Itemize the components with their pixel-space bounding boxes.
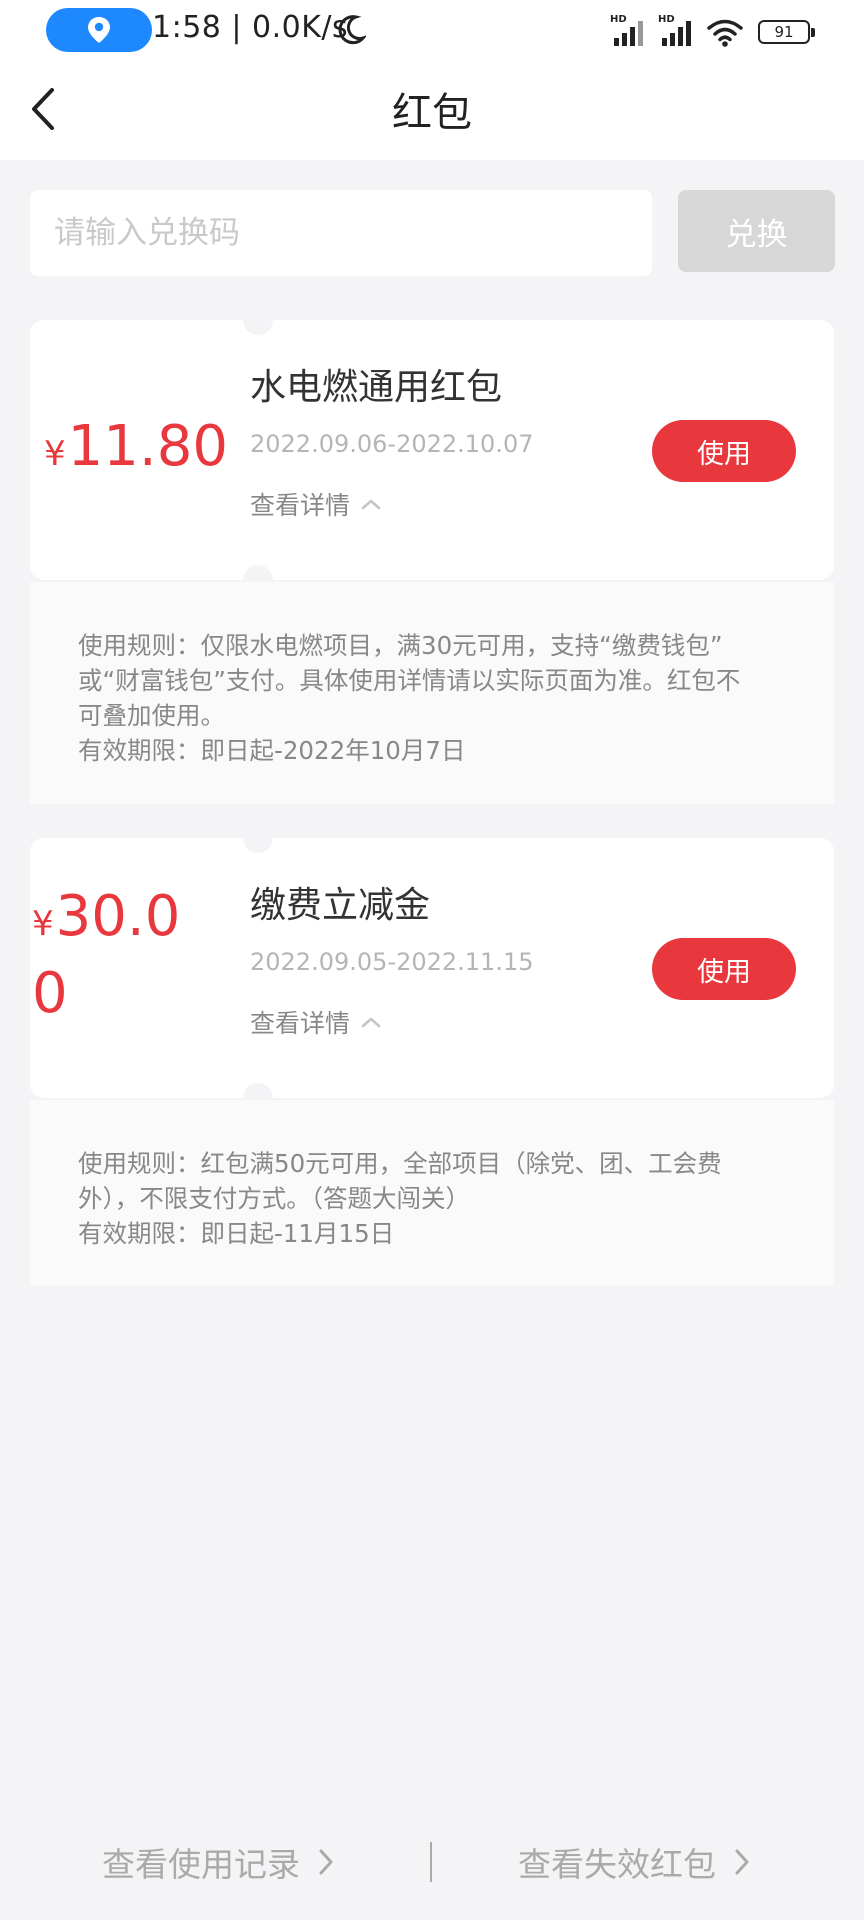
chevron-up-icon [361, 499, 381, 510]
coupon-title: 水电燃通用红包 [250, 367, 503, 408]
amount-value: 30.0 [55, 884, 181, 949]
coupon-date-range: 2022.09.05-2022.11.15 [250, 948, 534, 976]
coupon-amount: ¥11.80 [44, 412, 228, 489]
location-pin-icon [88, 17, 110, 43]
footer-divider [430, 1842, 432, 1882]
battery-icon: 91 [758, 20, 815, 44]
redeem-button[interactable]: 兑换 [678, 190, 835, 272]
currency-symbol: ¥ [32, 904, 54, 944]
location-indicator[interactable] [46, 8, 152, 52]
use-coupon-button[interactable]: 使用 [652, 938, 796, 1000]
view-usage-history-label: 查看使用记录 [102, 1845, 300, 1884]
wifi-icon [707, 19, 743, 47]
rule-line: 可叠加使用。 [78, 701, 225, 730]
hd-label: HD [610, 14, 627, 25]
view-expired-coupons-label: 查看失效红包 [518, 1845, 716, 1884]
status-time: 1:58 | 0.0K/s [152, 10, 349, 45]
footer-links: 查看使用记录 查看失效红包 [0, 1838, 864, 1898]
card-notch [243, 823, 273, 853]
validity-line: 有效期限：即日起-11月15日 [78, 1219, 395, 1248]
coupon-card: ¥30.0 0 缴费立减金 2022.09.05-2022.11.15 查看详情… [30, 823, 834, 1113]
rule-line: 使用规则：仅限水电燃项目，满30元可用，支持“缴费钱包” [78, 631, 723, 660]
rule-line: 或“财富钱包”支付。具体使用详情请以实际页面为准。红包不 [78, 666, 741, 695]
coupon-rules: 使用规则：红包满50元可用，全部项目（除党、团、工会费 外），不限支付方式。（答… [30, 1100, 834, 1286]
coupon-card: ¥11.80 水电燃通用红包 2022.09.06-2022.10.07 查看详… [30, 305, 834, 595]
header: 红包 [0, 62, 864, 160]
amount-value-wrap: 0 [32, 961, 68, 1026]
view-usage-history-link[interactable]: 查看使用记录 [102, 1838, 334, 1886]
coupon-title: 缴费立减金 [250, 885, 431, 926]
use-coupon-button[interactable]: 使用 [652, 420, 796, 482]
status-bar: 1:58 | 0.0K/s HD HD 91 [0, 0, 864, 62]
card-notch [243, 305, 273, 335]
view-expired-coupons-link[interactable]: 查看失效红包 [518, 1838, 750, 1886]
moon-icon [338, 15, 366, 45]
status-icons: HD HD 91 [610, 14, 815, 48]
rule-line: 外），不限支付方式。（答题大闯关） [78, 1184, 470, 1213]
view-details-label: 查看详情 [250, 1009, 351, 1038]
coupon-amount: ¥30.0 0 [32, 882, 192, 1029]
currency-symbol: ¥ [44, 434, 66, 474]
chevron-right-icon [735, 1849, 749, 1875]
amount-value: 11.80 [67, 414, 228, 479]
hd-label: HD [658, 14, 675, 25]
validity-line: 有效期限：即日起-2022年10月7日 [78, 736, 466, 765]
view-details-toggle[interactable]: 查看详情 [250, 486, 382, 522]
page-title: 红包 [392, 90, 472, 136]
chevron-right-icon [319, 1849, 333, 1875]
view-details-toggle[interactable]: 查看详情 [250, 1004, 382, 1040]
redeem-code-input[interactable] [30, 190, 652, 276]
chevron-up-icon [361, 1017, 381, 1028]
coupon-rules: 使用规则：仅限水电燃项目，满30元可用，支持“缴费钱包” 或“财富钱包”支付。具… [30, 582, 834, 804]
signal-icon: HD [610, 14, 650, 48]
view-details-label: 查看详情 [250, 491, 351, 520]
rule-line: 使用规则：红包满50元可用，全部项目（除党、团、工会费 [78, 1149, 722, 1178]
coupon-date-range: 2022.09.06-2022.10.07 [250, 430, 534, 458]
signal-icon: HD [658, 14, 698, 48]
